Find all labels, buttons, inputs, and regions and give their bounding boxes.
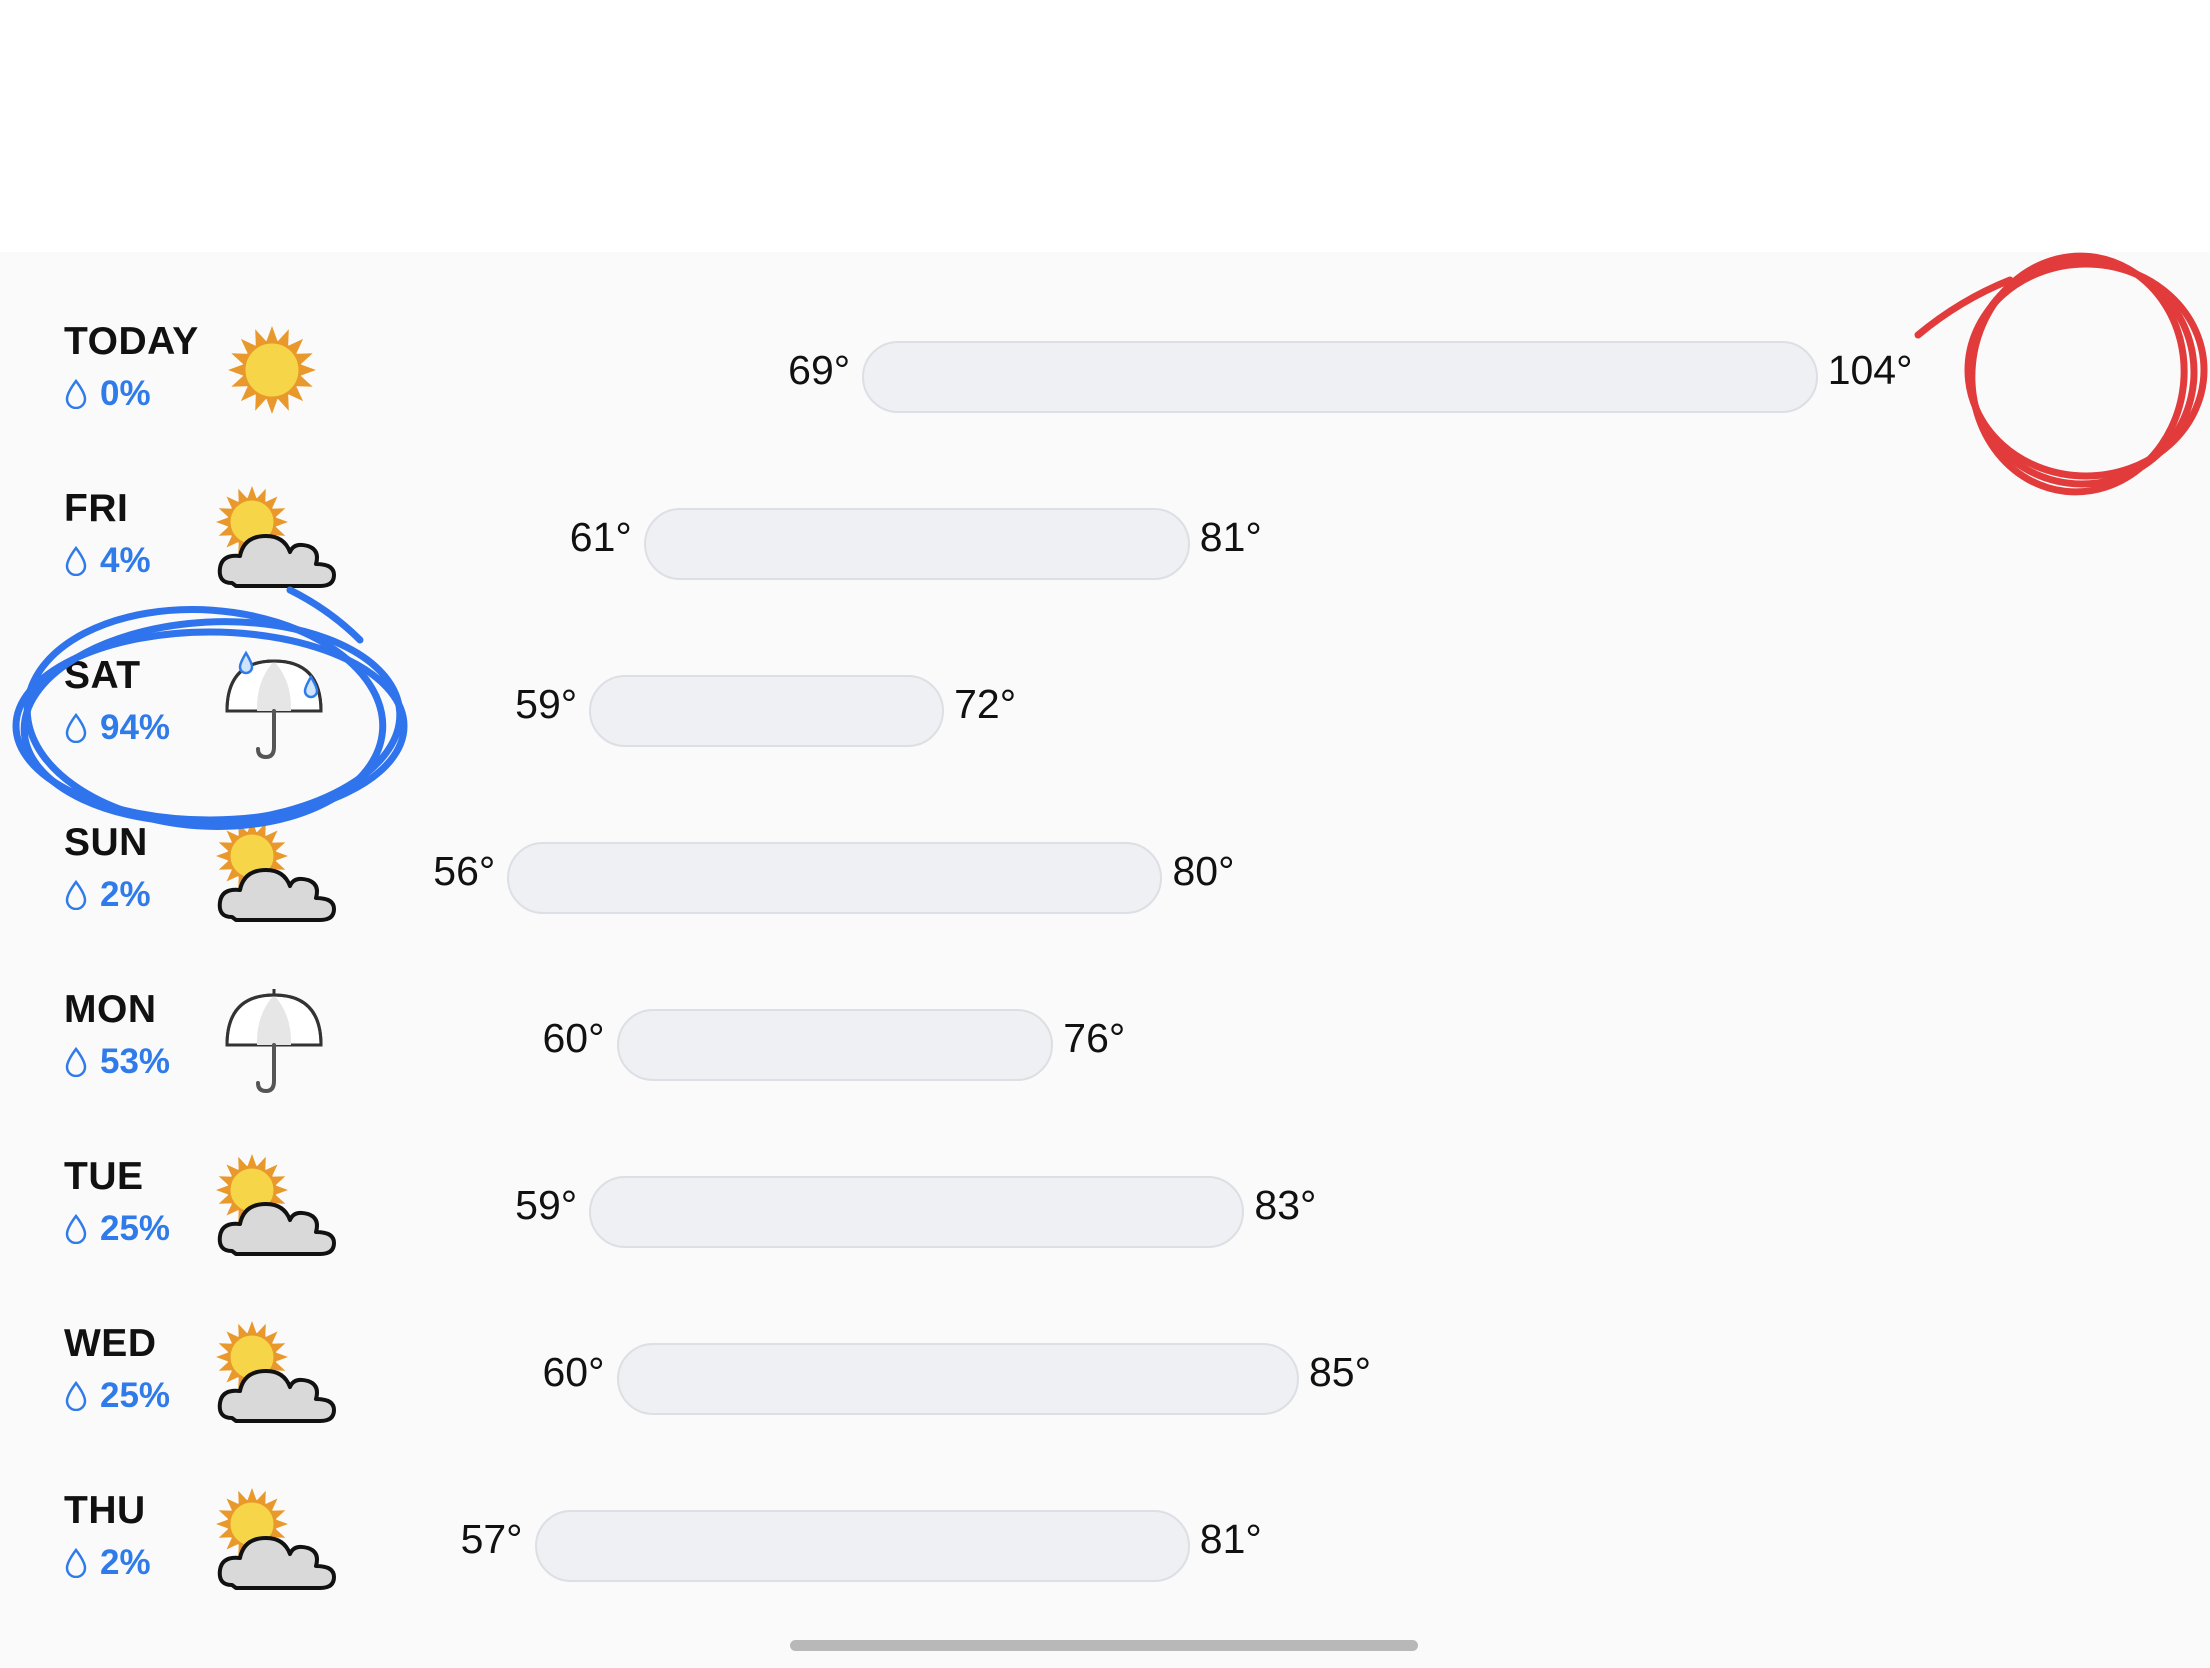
low-temperature: 69° xyxy=(788,347,851,393)
day-label: MON xyxy=(64,988,157,1031)
temperature-range-bar xyxy=(616,1343,1299,1415)
partly-cloudy-icon xyxy=(210,1315,340,1440)
precipitation-chance: 94% xyxy=(64,708,171,747)
precipitation-value: 25% xyxy=(100,1209,171,1248)
temperature-range-bar xyxy=(589,1176,1245,1248)
partly-cloudy-icon xyxy=(210,814,340,939)
high-temperature: 80° xyxy=(1172,848,1235,894)
day-label: WED xyxy=(64,1322,157,1365)
low-temperature: 59° xyxy=(515,681,578,727)
day-label: TODAY xyxy=(64,320,199,363)
day-label: SAT xyxy=(64,654,141,697)
precipitation-value: 4% xyxy=(100,541,151,580)
high-temperature: 81° xyxy=(1199,514,1262,560)
high-temperature: 104° xyxy=(1827,347,1913,393)
day-label: TUE xyxy=(64,1155,144,1198)
temperature-range-bar xyxy=(507,842,1163,914)
forecast-row-sun[interactable]: SUN 2% 56° 80° xyxy=(0,792,2210,959)
low-temperature: 60° xyxy=(542,1015,605,1061)
raindrop-icon xyxy=(64,880,88,910)
temperature-range-bar xyxy=(534,1510,1190,1582)
forecast-row-sat[interactable]: SAT 94% 59° 72° xyxy=(0,625,2210,792)
precipitation-chance: 2% xyxy=(64,875,151,914)
sun-icon xyxy=(210,313,340,438)
umbrella-icon xyxy=(210,981,340,1106)
day-label: SUN xyxy=(64,821,148,864)
high-temperature: 76° xyxy=(1063,1015,1126,1061)
raindrop-icon xyxy=(64,1548,88,1578)
day-label: THU xyxy=(64,1489,146,1532)
precipitation-value: 25% xyxy=(100,1376,171,1415)
forecast-row-wed[interactable]: WED 25% 60° 85° xyxy=(0,1293,2210,1460)
high-temperature: 85° xyxy=(1309,1349,1372,1395)
precipitation-chance: 4% xyxy=(64,541,151,580)
temperature-range-bar xyxy=(862,341,1818,413)
daily-forecast-list: TODAY 0% 69° 104° FRI 4% 61° 81° SAT 94% 59° 72°… xyxy=(0,252,2210,1668)
raindrop-icon xyxy=(64,379,88,409)
precipitation-value: 0% xyxy=(100,374,151,413)
raindrop-icon xyxy=(64,1381,88,1411)
precipitation-value: 53% xyxy=(100,1042,171,1081)
low-temperature: 56° xyxy=(433,848,496,894)
forecast-row-thu[interactable]: THU 2% 57° 81° xyxy=(0,1460,2210,1627)
precipitation-chance: 25% xyxy=(64,1209,171,1248)
home-indicator[interactable] xyxy=(790,1640,1418,1651)
temperature-range-bar xyxy=(589,675,945,747)
precipitation-chance: 2% xyxy=(64,1543,151,1582)
raindrop-icon xyxy=(64,1214,88,1244)
high-temperature: 83° xyxy=(1254,1182,1317,1228)
partly-cloudy-icon xyxy=(210,1482,340,1607)
temperature-range-bar xyxy=(616,1009,1054,1081)
low-temperature: 59° xyxy=(515,1182,578,1228)
raindrop-icon xyxy=(64,546,88,576)
low-temperature: 61° xyxy=(569,514,632,560)
precipitation-value: 2% xyxy=(100,875,151,914)
raindrop-icon xyxy=(64,1047,88,1077)
precipitation-value: 94% xyxy=(100,708,171,747)
forecast-row-mon[interactable]: MON 53% 60° 76° xyxy=(0,959,2210,1126)
partly-cloudy-icon xyxy=(210,1148,340,1273)
precipitation-chance: 53% xyxy=(64,1042,171,1081)
day-label: FRI xyxy=(64,487,129,530)
low-temperature: 60° xyxy=(542,1349,605,1395)
precipitation-chance: 25% xyxy=(64,1376,171,1415)
forecast-row-today[interactable]: TODAY 0% 69° 104° xyxy=(0,291,2210,458)
low-temperature: 57° xyxy=(460,1516,523,1562)
temperature-range-bar xyxy=(643,508,1190,580)
precipitation-value: 2% xyxy=(100,1543,151,1582)
raindrop-icon xyxy=(64,713,88,743)
high-temperature: 72° xyxy=(954,681,1017,727)
partly-cloudy-icon xyxy=(210,480,340,605)
high-temperature: 81° xyxy=(1199,1516,1262,1562)
forecast-row-tue[interactable]: TUE 25% 59° 83° xyxy=(0,1126,2210,1293)
rain-umbrella-icon xyxy=(210,647,340,772)
forecast-row-fri[interactable]: FRI 4% 61° 81° xyxy=(0,458,2210,625)
precipitation-chance: 0% xyxy=(64,374,151,413)
